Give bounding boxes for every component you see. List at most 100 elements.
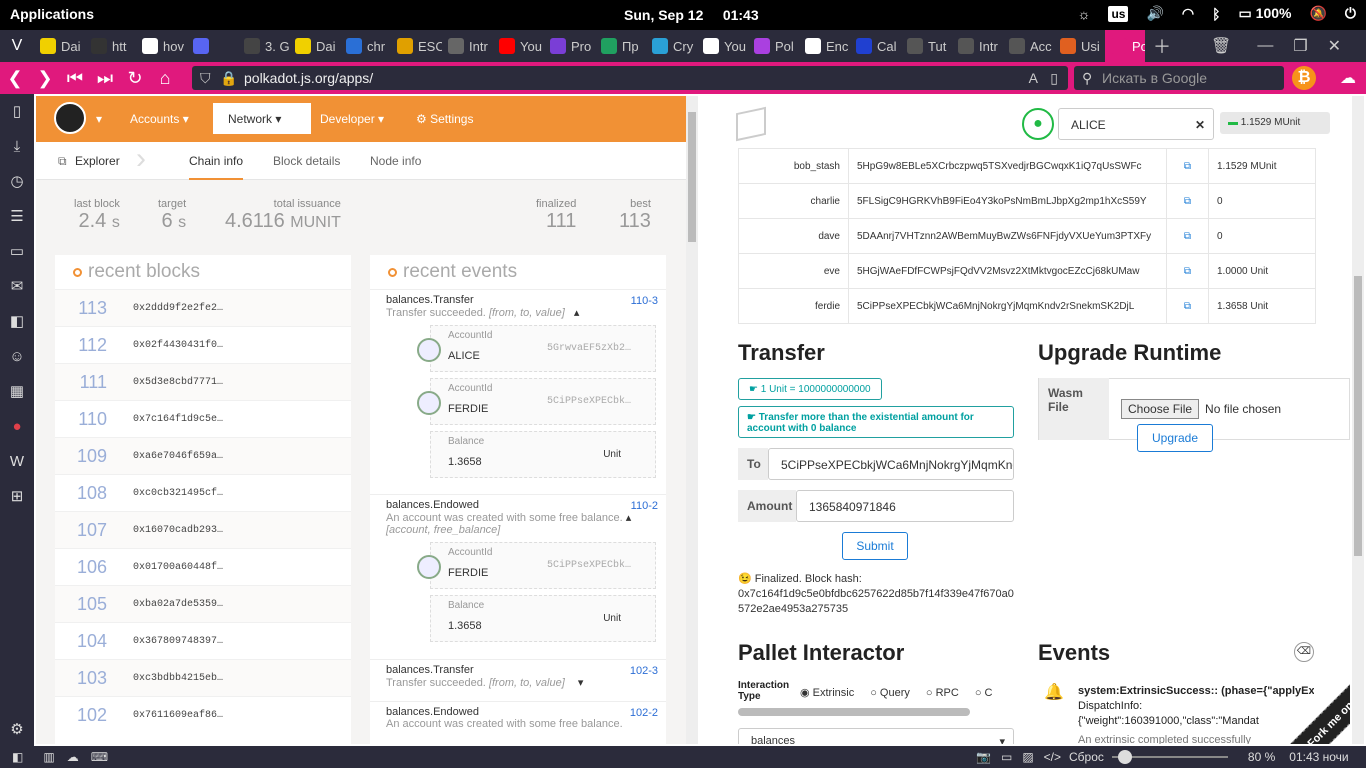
- reload-icon[interactable]: ↻: [120, 68, 150, 89]
- maximize-icon[interactable]: ❐: [1293, 36, 1307, 56]
- block-row[interactable]: 104 0x367809748397…: [55, 622, 351, 659]
- browser-tab[interactable]: Usi: [1054, 30, 1105, 62]
- block-row[interactable]: 106 0x01700a60448f…: [55, 548, 351, 585]
- tiling-icon[interactable]: ▥: [43, 750, 54, 764]
- zoom-reset[interactable]: Сброс: [1069, 750, 1104, 764]
- battery-icon[interactable]: ▭ 100%: [1239, 5, 1292, 22]
- amount-input[interactable]: 1365840971846: [796, 490, 1014, 522]
- block-row[interactable]: 102 0x7611609eaf86…: [55, 696, 351, 733]
- extension-icon[interactable]: ☁: [1340, 68, 1356, 88]
- browser-tab[interactable]: Пр: [595, 30, 646, 62]
- window-icon[interactable]: ▭: [1001, 750, 1012, 764]
- settings-icon[interactable]: ⚙: [0, 712, 34, 747]
- block-row[interactable]: 107 0x16070cadb293…: [55, 511, 351, 548]
- right-scrollbar[interactable]: [1352, 96, 1364, 744]
- browser-tab[interactable]: Cry: [646, 30, 697, 62]
- back-icon[interactable]: ❮: [0, 68, 30, 89]
- browser-tab[interactable]: Tut: [901, 30, 952, 62]
- zoom-slider[interactable]: [1111, 750, 1228, 764]
- tab-node-info[interactable]: Node info: [370, 154, 421, 168]
- minimize-icon[interactable]: —: [1257, 37, 1273, 55]
- tab-explorer[interactable]: Explorer: [75, 154, 120, 168]
- url-field[interactable]: ⛉ 🔒 polkadot.js.org/apps/ A ▯: [192, 66, 1068, 90]
- block-row[interactable]: 111 0x5d3e8cbd7771…: [55, 363, 351, 400]
- upgrade-button[interactable]: Upgrade: [1137, 424, 1213, 452]
- applications-menu[interactable]: Applications: [10, 6, 94, 22]
- polkadot-logo[interactable]: [54, 102, 86, 134]
- browser-tab[interactable]: Dai: [289, 30, 340, 62]
- clock[interactable]: Sun, Sep 12 01:43: [624, 7, 759, 23]
- copy-icon[interactable]: ⧉: [1166, 183, 1209, 219]
- browser-tab[interactable]: Acc: [1003, 30, 1054, 62]
- choose-file-button[interactable]: Choose File: [1121, 399, 1200, 419]
- power-icon[interactable]: ⏻: [1345, 5, 1356, 22]
- code-icon[interactable]: </>: [1044, 750, 1061, 764]
- translate-icon[interactable]: A: [1029, 66, 1038, 90]
- browser-tab[interactable]: Pro: [544, 30, 595, 62]
- vivaldi-menu-icon[interactable]: V: [0, 37, 34, 55]
- browser-tab[interactable]: Pol: [1105, 30, 1145, 62]
- event-item[interactable]: balances.Endowed An account was created …: [370, 701, 666, 743]
- browser-tab[interactable]: Dai: [34, 30, 85, 62]
- left-scrollbar[interactable]: [686, 96, 698, 744]
- browser-tab[interactable]: Intr: [442, 30, 493, 62]
- volume-icon[interactable]: 🔊: [1146, 5, 1163, 22]
- keyboard-layout[interactable]: us: [1108, 5, 1129, 22]
- tab-chain-info[interactable]: Chain info: [189, 154, 244, 180]
- browser-tab[interactable]: Cal: [850, 30, 901, 62]
- block-row[interactable]: 112 0x02f4430431f0…: [55, 326, 351, 363]
- browser-tab[interactable]: chr: [340, 30, 391, 62]
- forward-icon[interactable]: ❯: [30, 68, 60, 89]
- nav-settings[interactable]: ⚙ Settings: [416, 112, 473, 126]
- cloud-icon[interactable]: ☁: [67, 750, 79, 764]
- event-item[interactable]: balances.Transfer Transfer succeeded. [f…: [370, 659, 666, 701]
- submit-button[interactable]: Submit: [842, 532, 908, 560]
- bitcoin-icon[interactable]: ₿: [1292, 66, 1316, 90]
- browser-tab[interactable]: hov: [136, 30, 187, 62]
- contacts-icon[interactable]: ☺: [0, 339, 34, 374]
- to-input[interactable]: 5CiPPseXPECbkjWCa6MnjNokrgYjMqmKndv2rSne…: [768, 448, 1014, 480]
- history-icon[interactable]: ◷: [0, 164, 34, 199]
- copy-icon[interactable]: ⧉: [1166, 148, 1209, 184]
- camera-icon[interactable]: 📷: [976, 750, 991, 764]
- fast-forward-icon[interactable]: ⏭: [90, 68, 120, 89]
- radio-extrinsic[interactable]: ◉ Extrinsic: [800, 686, 854, 699]
- downloads-icon[interactable]: ⤓: [0, 129, 34, 164]
- block-row[interactable]: 113 0x2ddd9f2e2fe2…: [55, 289, 351, 326]
- radio-constant[interactable]: ○ C: [975, 687, 993, 699]
- nav-accounts[interactable]: Accounts ▾: [130, 112, 189, 126]
- block-row[interactable]: 109 0xa6e7046f659a…: [55, 437, 351, 474]
- feeds-icon[interactable]: ◧: [0, 304, 34, 339]
- erase-icon[interactable]: ⌫: [1294, 642, 1314, 662]
- wifi-icon[interactable]: ◠: [1182, 5, 1194, 22]
- home-icon[interactable]: ⌂: [150, 68, 180, 89]
- account-select[interactable]: ALICE ✕: [1058, 108, 1214, 140]
- add-panel-icon[interactable]: ⊞: [0, 479, 34, 514]
- trash-icon[interactable]: 🗑: [1211, 36, 1231, 56]
- pallet-select[interactable]: balances ▾: [738, 728, 1014, 744]
- browser-tab[interactable]: You: [493, 30, 544, 62]
- browser-tab[interactable]: [187, 30, 238, 62]
- browser-tab[interactable]: Enc: [799, 30, 850, 62]
- new-tab-icon[interactable]: ＋: [1153, 33, 1171, 59]
- block-row[interactable]: 108 0xc0cb321495cf…: [55, 474, 351, 511]
- bookmarks-icon[interactable]: ▯: [0, 94, 34, 129]
- nav-developer[interactable]: Developer ▾: [320, 112, 384, 126]
- block-row[interactable]: 103 0xc3bdbb4215eb…: [55, 659, 351, 696]
- mail-icon[interactable]: ✉: [0, 269, 34, 304]
- notifications-icon[interactable]: 🔕: [1309, 5, 1326, 22]
- browser-tab[interactable]: 3. G: [238, 30, 289, 62]
- wikipedia-icon[interactable]: W: [0, 444, 34, 479]
- copy-icon[interactable]: ⧉: [1166, 288, 1209, 324]
- calendar-icon[interactable]: ▦: [0, 374, 34, 409]
- panels-icon[interactable]: ▭: [0, 234, 34, 269]
- browser-tab[interactable]: Pol: [748, 30, 799, 62]
- copy-icon[interactable]: ⧉: [1166, 253, 1209, 289]
- event-item[interactable]: balances.Transfer Transfer succeeded. [f…: [370, 289, 666, 494]
- browser-tab[interactable]: You: [697, 30, 748, 62]
- image-icon[interactable]: ▨: [1022, 750, 1033, 764]
- search-field[interactable]: ⚲ Искать в Google: [1074, 66, 1284, 90]
- keyboard-icon[interactable]: ⌨: [91, 750, 108, 764]
- chevron-down-icon[interactable]: ▾: [96, 112, 102, 126]
- copy-icon[interactable]: ⧉: [1166, 218, 1209, 254]
